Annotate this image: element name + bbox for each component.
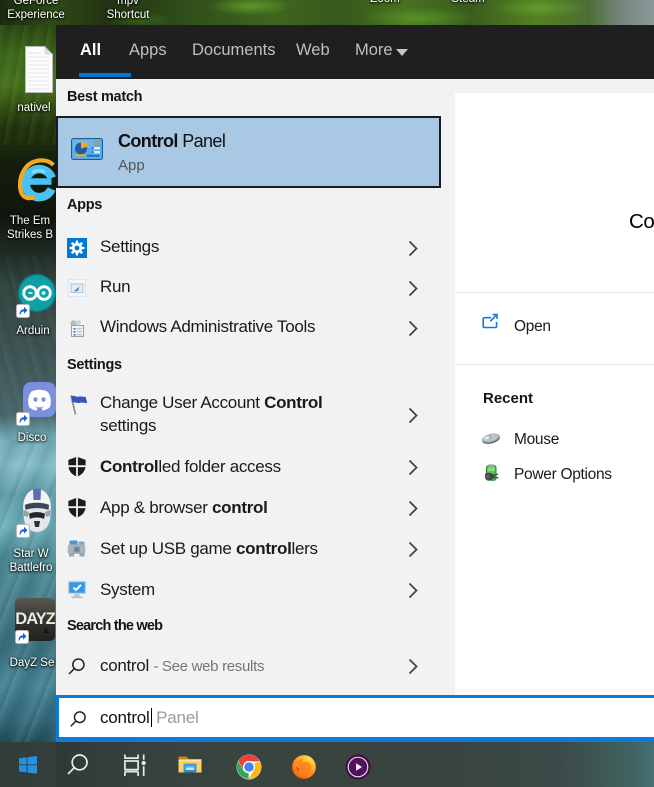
svg-text:DAYZ: DAYZ	[15, 610, 55, 628]
